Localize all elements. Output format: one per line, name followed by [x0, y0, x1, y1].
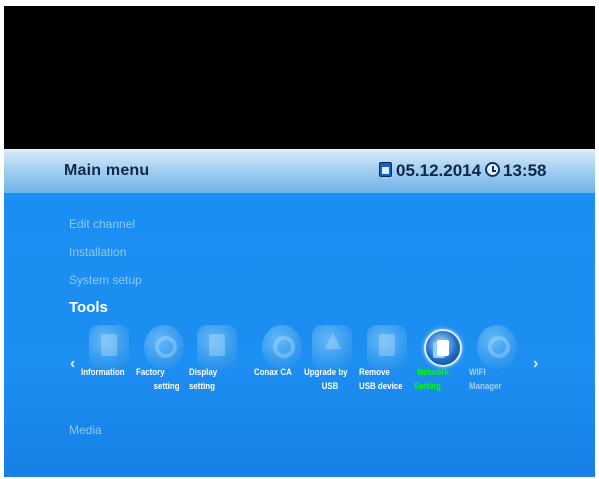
- usb-upgrade-icon: [312, 325, 352, 369]
- information-icon: [89, 325, 129, 369]
- page-title: Main menu: [64, 162, 150, 179]
- video-area: [4, 6, 595, 149]
- tool-label-line2: setting: [189, 381, 215, 391]
- tool-wifi-manager[interactable]: WIFI Manager: [469, 325, 525, 415]
- tool-label-line2: USB: [321, 381, 339, 391]
- tool-label-line1: Network: [417, 367, 449, 377]
- header-bar: Main menu 05.12.2014 13:58: [4, 149, 595, 193]
- tool-label-line1: Factory: [136, 367, 165, 377]
- tool-label-line2: Manager: [469, 381, 502, 391]
- menu-item-media[interactable]: Media: [69, 423, 102, 437]
- tools-carousel: Information Factory setting Display sett…: [4, 325, 595, 415]
- tool-label-line1: Conax CA: [254, 367, 292, 377]
- menu-item-edit-channel[interactable]: Edit channel: [69, 217, 135, 231]
- calendar-icon: [379, 162, 392, 177]
- tool-remove-usb[interactable]: Remove USB device: [359, 325, 415, 415]
- tool-label-line2: Setting: [414, 381, 441, 391]
- tool-label-line1: Upgrade by: [304, 367, 348, 377]
- date-display: 05.12.2014: [396, 161, 482, 180]
- usb-remove-icon: [367, 325, 407, 369]
- wifi-icon: [477, 325, 517, 369]
- tool-upgrade-usb[interactable]: Upgrade by USB: [304, 325, 360, 415]
- menu-item-system-setup[interactable]: System setup: [69, 273, 142, 287]
- menu-item-tools[interactable]: Tools: [69, 299, 108, 316]
- network-icon: [424, 329, 462, 367]
- conax-icon: [262, 325, 302, 369]
- tool-label-line2: setting: [153, 381, 180, 391]
- tool-factory-setting[interactable]: Factory setting: [136, 325, 192, 415]
- factory-reset-icon: [144, 325, 184, 369]
- tool-label-line1: WIFI: [469, 367, 486, 377]
- time-display: 13:58: [503, 161, 547, 180]
- main-menu-panel: Edit channel Installation System setup T…: [4, 193, 595, 477]
- tv-screen: Main menu 05.12.2014 13:58 Edit channel …: [4, 6, 595, 477]
- menu-item-installation[interactable]: Installation: [69, 245, 126, 259]
- tool-conax-ca[interactable]: Conax CA: [254, 325, 310, 415]
- tool-label-line1: Information: [81, 367, 125, 377]
- tool-label-line1: Remove: [359, 367, 390, 377]
- tool-display-setting[interactable]: Display setting: [189, 325, 245, 415]
- tool-label-line2: USB device: [359, 381, 403, 391]
- clock-icon: [485, 162, 500, 177]
- tool-label-line1: Display: [189, 367, 218, 377]
- display-icon: [197, 325, 237, 369]
- tool-network-setting[interactable]: Network Setting: [414, 325, 470, 415]
- tool-information[interactable]: Information: [81, 325, 137, 415]
